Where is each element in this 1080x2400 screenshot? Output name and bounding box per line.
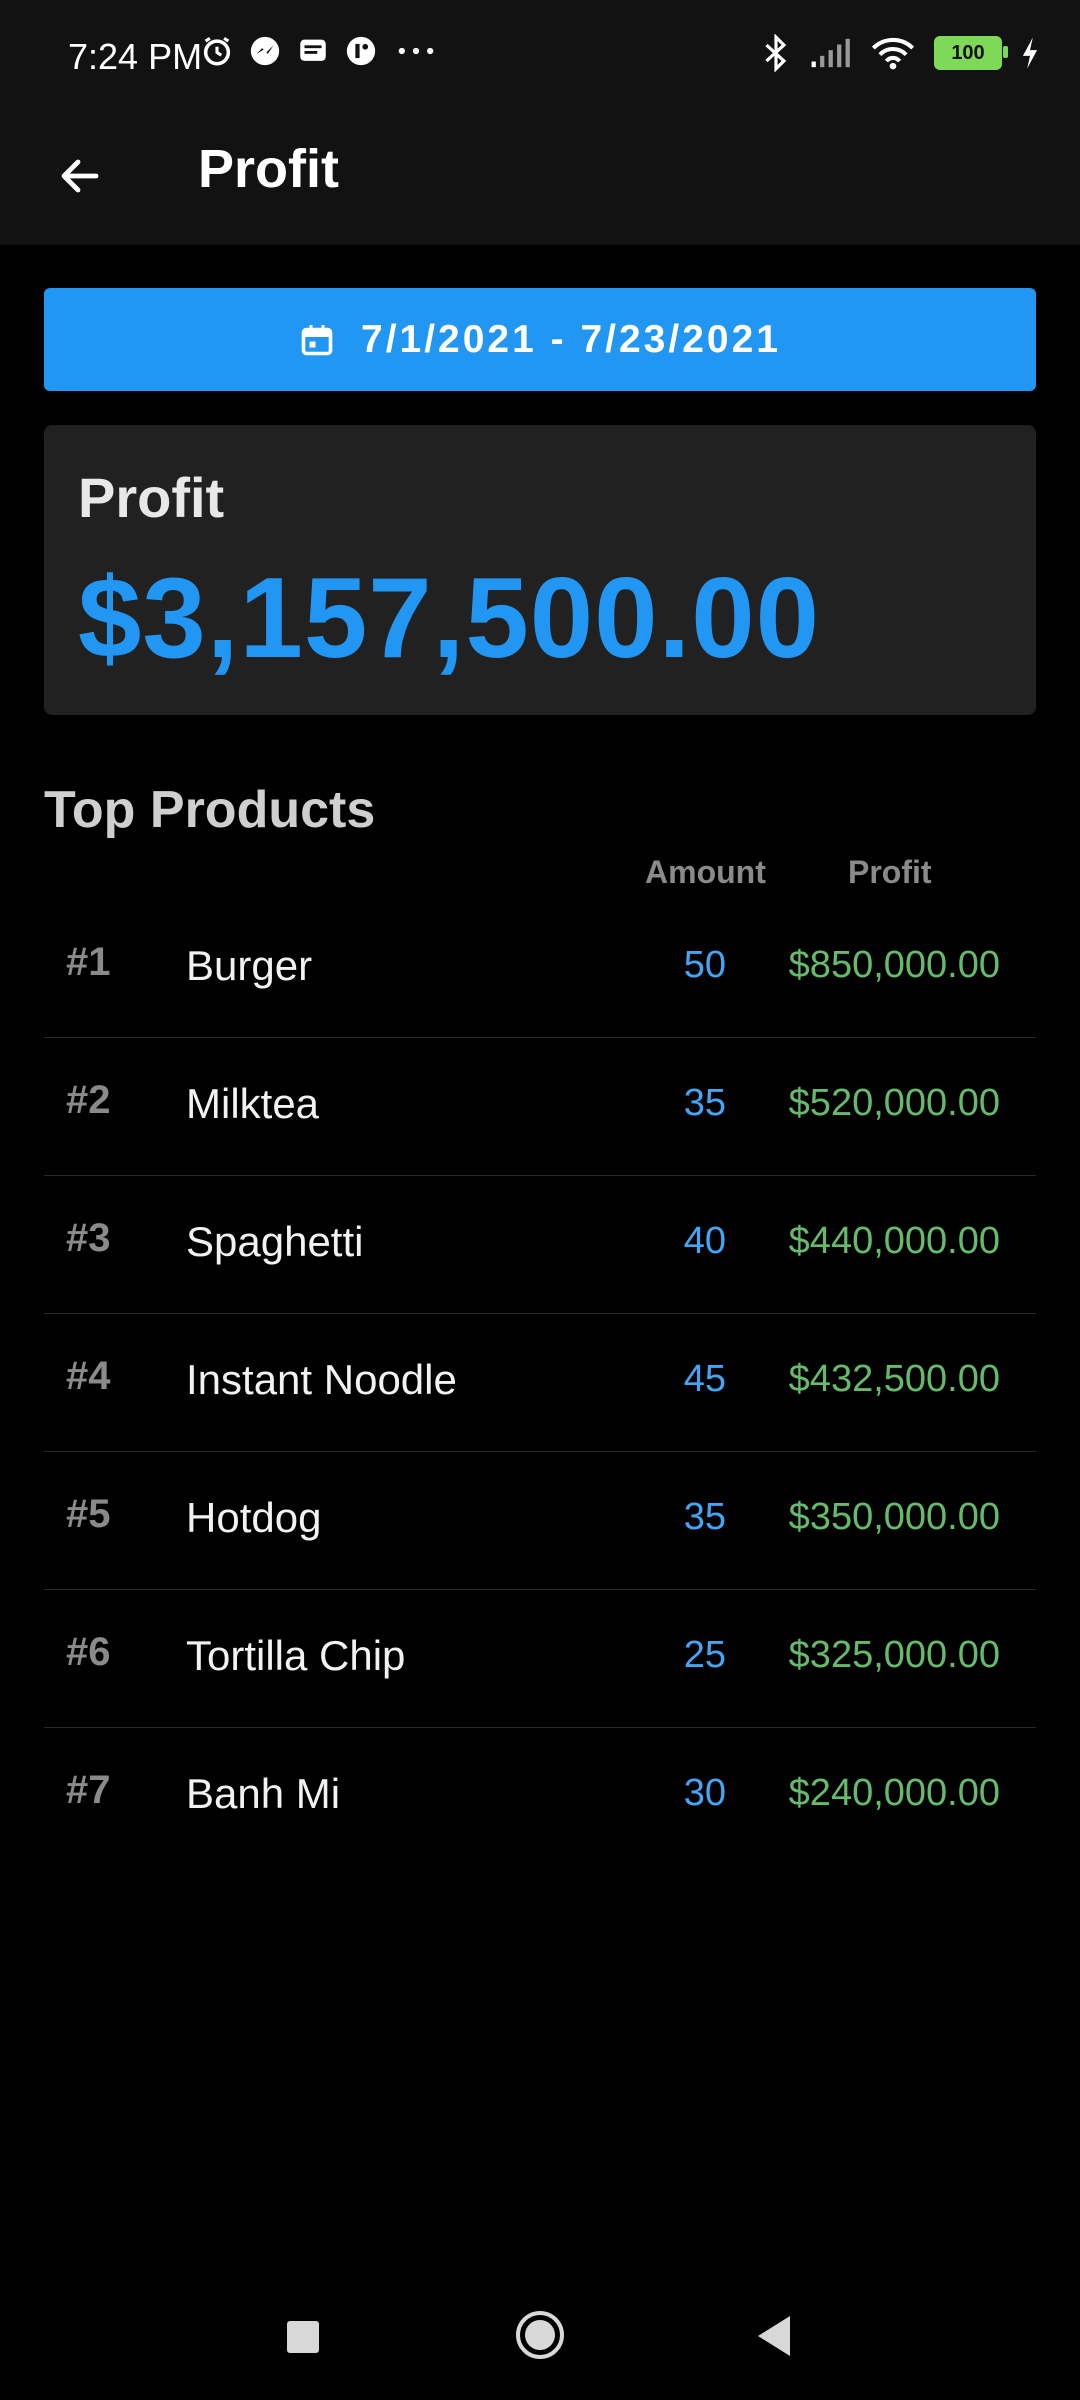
more-dots-icon — [398, 47, 434, 55]
calendar-icon — [301, 324, 333, 355]
product-rank: #2 — [66, 1078, 111, 1122]
product-row[interactable]: #5 Hotdog 35 $350,000.00 — [44, 1452, 1036, 1590]
wifi-icon — [871, 37, 915, 70]
alarm-icon — [203, 36, 231, 66]
product-row[interactable]: #7 Banh Mi 30 $240,000.00 — [44, 1728, 1036, 1865]
product-name: Banh Mi — [186, 1770, 341, 1817]
product-rank: #6 — [66, 1630, 111, 1674]
status-right-icons: 100 — [762, 34, 1040, 72]
product-name: Hotdog — [186, 1494, 322, 1541]
page-title: Profit — [198, 139, 339, 199]
product-rank: #5 — [66, 1492, 111, 1536]
profit-summary-label: Profit — [78, 466, 225, 529]
product-profit: $520,000.00 — [788, 1082, 1000, 1124]
product-amount: 35 — [683, 1082, 726, 1124]
product-amount: 40 — [683, 1220, 726, 1262]
product-amount: 35 — [683, 1496, 726, 1538]
column-header-profit: Profit — [848, 854, 932, 890]
top-products-title: Top Products — [44, 781, 376, 839]
date-range-label: 7/1/2021 - 7/23/2021 — [361, 317, 781, 361]
system-nav-bar — [0, 2290, 1080, 2400]
bluetooth-icon — [765, 34, 787, 72]
messenger-icon — [250, 36, 280, 66]
product-rank: #1 — [66, 940, 111, 984]
recent-apps-button[interactable] — [287, 2321, 319, 2353]
date-range-button[interactable]: 7/1/2021 - 7/23/2021 — [44, 288, 1036, 391]
product-amount: 25 — [683, 1634, 726, 1676]
product-profit: $240,000.00 — [788, 1772, 1000, 1814]
product-profit: $850,000.00 — [788, 944, 1000, 986]
product-row[interactable]: #4 Instant Noodle 45 $432,500.00 — [44, 1314, 1036, 1452]
product-name: Instant Noodle — [186, 1356, 457, 1403]
product-row[interactable]: #2 Milktea 35 $520,000.00 — [44, 1038, 1036, 1176]
product-row[interactable]: #1 Burger 50 $850,000.00 — [44, 900, 1036, 1038]
battery-icon: 100 — [934, 36, 1008, 70]
product-name: Spaghetti — [186, 1218, 364, 1265]
product-row[interactable]: #6 Tortilla Chip 25 $325,000.00 — [44, 1590, 1036, 1728]
product-profit: $325,000.00 — [788, 1634, 1000, 1676]
product-amount: 45 — [683, 1358, 726, 1400]
product-row[interactable]: #3 Spaghetti 40 $440,000.00 — [44, 1176, 1036, 1314]
status-left-icons — [200, 34, 440, 68]
app-icon — [346, 36, 376, 66]
product-rank: #7 — [66, 1768, 111, 1812]
product-name: Burger — [186, 942, 313, 989]
product-rank: #3 — [66, 1216, 111, 1260]
product-name: Tortilla Chip — [186, 1632, 406, 1679]
message-icon — [300, 39, 326, 61]
signal-icon — [811, 38, 850, 68]
arrow-left-icon — [61, 159, 99, 193]
nav-back-button[interactable] — [756, 2314, 792, 2358]
charging-icon — [1022, 37, 1038, 69]
product-profit: $440,000.00 — [788, 1220, 1000, 1262]
product-amount: 30 — [683, 1772, 726, 1814]
back-button[interactable] — [48, 144, 112, 208]
product-profit: $432,500.00 — [788, 1358, 1000, 1400]
product-profit: $350,000.00 — [788, 1496, 1000, 1538]
status-time: 7:24 PM — [68, 36, 203, 77]
top-products-list: #1 Burger 50 $850,000.00 #2 Milktea 35 $… — [44, 900, 1036, 1865]
home-button[interactable] — [515, 2310, 565, 2360]
app-bar: Profit — [0, 120, 1080, 245]
product-name: Milktea — [186, 1080, 320, 1127]
status-bar: 7:24 PM 100 — [0, 0, 1080, 120]
product-amount: 50 — [683, 944, 726, 986]
column-header-amount: Amount — [645, 854, 766, 890]
profit-summary-value: $3,157,500.00 — [78, 555, 821, 682]
profit-summary-card: Profit $3,157,500.00 — [44, 425, 1036, 715]
product-rank: #4 — [66, 1354, 111, 1398]
